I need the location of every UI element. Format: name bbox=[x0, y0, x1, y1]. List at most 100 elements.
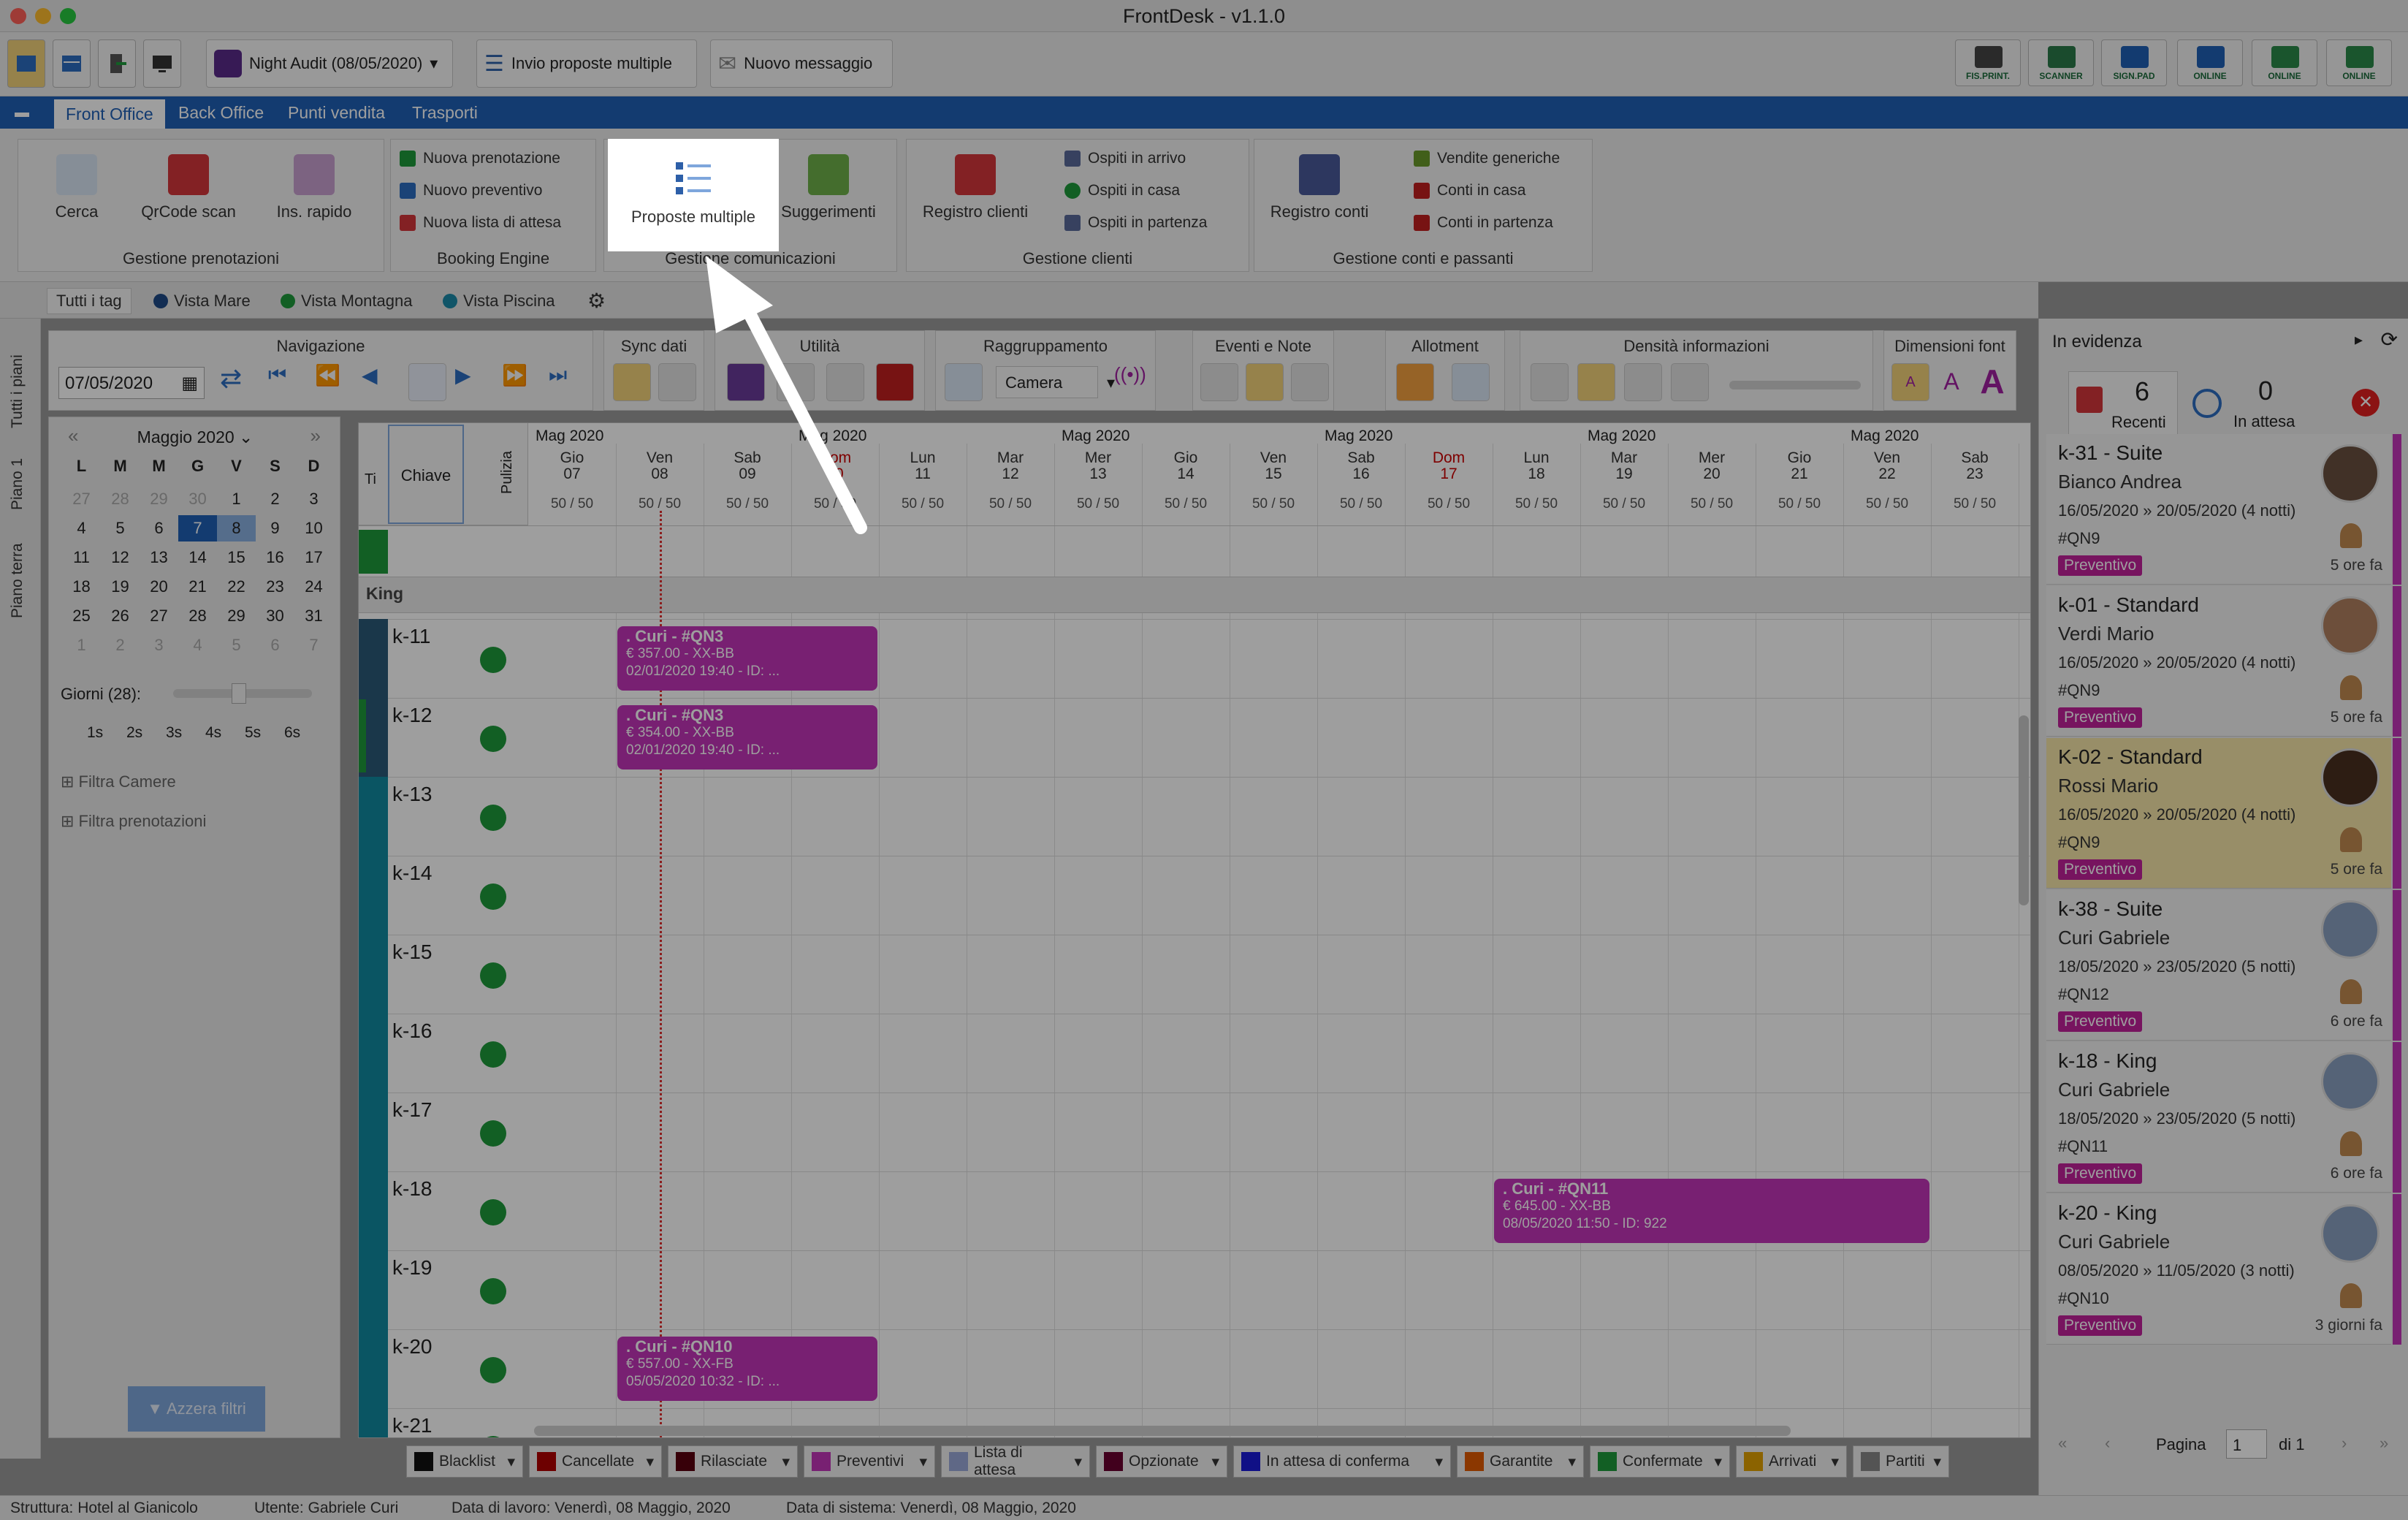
density-slider[interactable] bbox=[1729, 381, 1861, 390]
swap-icon[interactable] bbox=[876, 363, 914, 401]
prev-month-icon[interactable]: « bbox=[68, 425, 78, 447]
calendar-day[interactable]: 21 bbox=[178, 574, 217, 600]
calendar-day[interactable]: 5 bbox=[217, 632, 256, 658]
room-name[interactable]: k-20 bbox=[392, 1335, 432, 1358]
room-clean-status[interactable] bbox=[480, 1357, 506, 1383]
signature-pad-button[interactable]: SIGN.PAD bbox=[2101, 39, 2167, 86]
note-icon[interactable] bbox=[1246, 363, 1284, 401]
room-name[interactable]: k-13 bbox=[392, 783, 432, 806]
legend-item[interactable]: In attesa di conferma ▾ bbox=[1233, 1445, 1451, 1478]
legend-item[interactable]: Opzionate ▾ bbox=[1096, 1445, 1227, 1478]
guests-arriving-button[interactable]: Ospiti in arrivo bbox=[1064, 150, 1186, 167]
broadcast-icon[interactable]: ((•)) bbox=[1114, 363, 1152, 401]
density-medium-icon[interactable] bbox=[1577, 363, 1615, 401]
allotment-list-icon[interactable] bbox=[1452, 363, 1490, 401]
key-column-header[interactable]: Chiave bbox=[388, 425, 464, 524]
room-name[interactable]: k-17 bbox=[392, 1098, 432, 1122]
chat-online-button[interactable]: ONLINE bbox=[2252, 39, 2317, 86]
reset-filters-button[interactable]: ▼ Azzera filtri bbox=[128, 1386, 265, 1432]
calendar-day[interactable]: 11 bbox=[62, 544, 101, 571]
room-clean-status[interactable] bbox=[480, 884, 506, 910]
room-clean-status[interactable] bbox=[480, 805, 506, 831]
room-name[interactable]: k-18 bbox=[392, 1177, 432, 1201]
next-month-icon[interactable]: » bbox=[310, 425, 321, 447]
legend-item[interactable]: Preventivi ▾ bbox=[804, 1445, 935, 1478]
booking-bar[interactable]: . Curi - #QN3 € 354.00 - XX-BB 02/01/2020 … bbox=[617, 705, 877, 770]
new-waitlist-button[interactable]: Nuova lista di attesa bbox=[400, 214, 561, 232]
font-small-button[interactable]: A bbox=[1891, 363, 1929, 401]
legend-item[interactable]: Confermate ▾ bbox=[1590, 1445, 1730, 1478]
prev-page-icon[interactable]: ‹ bbox=[2105, 1434, 2110, 1453]
calendar-day[interactable]: 7 bbox=[294, 632, 333, 658]
calendar-day[interactable]: 24 bbox=[294, 574, 333, 600]
floor-tab-ground[interactable]: Piano terra bbox=[9, 543, 26, 618]
room-clean-status[interactable] bbox=[480, 1278, 506, 1304]
room-name[interactable]: k-16 bbox=[392, 1019, 432, 1043]
checkin-icon[interactable] bbox=[98, 39, 136, 88]
legend-item[interactable]: Partiti ▾ bbox=[1853, 1445, 1949, 1478]
legend-item[interactable]: Blacklist ▾ bbox=[406, 1445, 523, 1478]
grouping-select[interactable]: Camera ▾ bbox=[996, 366, 1115, 398]
calendar-day[interactable]: 28 bbox=[178, 603, 217, 629]
font-large-button[interactable]: A bbox=[1973, 363, 2011, 401]
density-max-icon[interactable] bbox=[1671, 363, 1709, 401]
calendar-day[interactable]: 8 bbox=[217, 515, 256, 542]
calendar-day[interactable]: 29 bbox=[140, 486, 178, 512]
filter-bookings-toggle[interactable]: ⊞ Filtra prenotazioni bbox=[61, 812, 324, 831]
highlight-card[interactable]: k-18 - King Curi Gabriele 18/05/2020 » 23/… bbox=[2046, 1042, 2401, 1193]
calendar-day[interactable]: 31 bbox=[294, 603, 333, 629]
days-slider[interactable] bbox=[173, 683, 312, 704]
table-icon[interactable] bbox=[945, 363, 983, 401]
room-clean-status[interactable] bbox=[480, 726, 506, 752]
search-button[interactable]: Cerca bbox=[33, 154, 121, 221]
calendar-day[interactable]: 30 bbox=[256, 603, 294, 629]
calendar-day[interactable]: 27 bbox=[140, 603, 178, 629]
room-name[interactable]: k-15 bbox=[392, 940, 432, 964]
calendar-day[interactable]: 29 bbox=[217, 603, 256, 629]
highlight-card[interactable]: k-38 - Suite Curi Gabriele 18/05/2020 » 23… bbox=[2046, 890, 2401, 1041]
legend-item[interactable]: Cancellate ▾ bbox=[529, 1445, 662, 1478]
calendar-day[interactable]: 2 bbox=[101, 632, 140, 658]
fast-back-icon[interactable]: ⏪ bbox=[315, 363, 353, 401]
room-clean-status[interactable] bbox=[480, 1041, 506, 1068]
guest-registry-button[interactable]: Registro clienti bbox=[917, 154, 1034, 221]
new-booking-button[interactable]: Nuova prenotazione bbox=[400, 150, 560, 167]
quick-insert-button[interactable]: Ins. rapido bbox=[259, 154, 369, 221]
new-message-button[interactable]: ✉ Nuovo messaggio bbox=[710, 39, 893, 88]
calendar-day[interactable]: 18 bbox=[62, 574, 101, 600]
allotment-icon[interactable] bbox=[1396, 363, 1434, 401]
room-clean-status[interactable] bbox=[480, 1199, 506, 1226]
waiting-tab[interactable]: 0 In attesa bbox=[2185, 371, 2309, 436]
zoom-window-button[interactable] bbox=[60, 8, 76, 24]
last-page-icon[interactable]: » bbox=[2380, 1434, 2388, 1453]
accounts-registry-button[interactable]: Registro conti bbox=[1265, 154, 1374, 221]
tag-vista-mare[interactable]: Vista Mare bbox=[145, 288, 259, 314]
density-low-icon[interactable] bbox=[1531, 363, 1569, 401]
room-name[interactable]: k-21 bbox=[392, 1414, 432, 1437]
tab-punti-vendita[interactable]: Punti vendita bbox=[276, 96, 397, 129]
next-page-icon[interactable]: › bbox=[2342, 1434, 2347, 1453]
zoom-step[interactable]: 4s bbox=[205, 724, 221, 742]
vertical-scrollbar[interactable] bbox=[2019, 715, 2029, 905]
calendar-day[interactable]: 23 bbox=[256, 574, 294, 600]
legend-item[interactable]: Arrivati ▾ bbox=[1736, 1445, 1847, 1478]
calendar-day[interactable]: 19 bbox=[101, 574, 140, 600]
calendar-day[interactable]: 6 bbox=[140, 515, 178, 542]
guests-departing-button[interactable]: Ospiti in partenza bbox=[1064, 214, 1207, 232]
lightning-icon[interactable] bbox=[613, 363, 651, 401]
menu-icon[interactable]: ▬ bbox=[3, 96, 41, 129]
calendar-day[interactable]: 6 bbox=[256, 632, 294, 658]
first-page-icon[interactable]: « bbox=[2058, 1434, 2067, 1453]
highlight-card[interactable]: k-31 - Suite Bianco Andrea 16/05/2020 » 20… bbox=[2046, 434, 2401, 585]
multi-proposals-button[interactable]: Proposte multiple bbox=[608, 139, 779, 251]
fast-forward-icon[interactable]: ⏩ bbox=[502, 363, 540, 401]
king-group-label[interactable]: King bbox=[366, 584, 403, 604]
calendar-day[interactable]: 7 bbox=[178, 515, 217, 542]
calendar-day[interactable]: 28 bbox=[101, 486, 140, 512]
forward-icon[interactable]: ▶ bbox=[455, 363, 493, 401]
calendar-day[interactable]: 5 bbox=[101, 515, 140, 542]
calendar-day[interactable]: 20 bbox=[140, 574, 178, 600]
highlight-card[interactable]: K-02 - Standard Rossi Mario 16/05/2020 » 2… bbox=[2046, 738, 2401, 889]
calendar-day[interactable]: 4 bbox=[178, 632, 217, 658]
room-name[interactable]: k-14 bbox=[392, 862, 432, 885]
